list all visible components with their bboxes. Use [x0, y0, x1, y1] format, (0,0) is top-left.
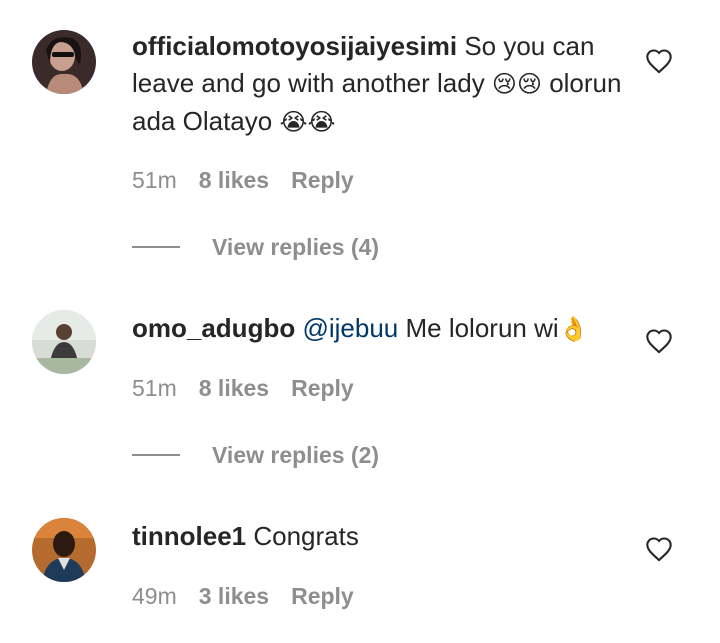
- mention-link[interactable]: @ijebuu: [302, 313, 398, 343]
- comment-username[interactable]: omo_adugbo: [132, 313, 295, 343]
- divider-line: [132, 246, 180, 248]
- comment-likes[interactable]: 8 likes: [199, 167, 269, 193]
- comment-text: Congrats: [246, 521, 359, 551]
- comment-meta: 51m 8 likes Reply: [132, 375, 376, 402]
- ok-hand-emoji: 👌: [558, 316, 589, 343]
- view-replies-button[interactable]: View replies (2): [132, 440, 379, 470]
- reply-button[interactable]: Reply: [291, 375, 354, 401]
- like-heart-icon[interactable]: [645, 48, 673, 74]
- comment-time: 51m: [132, 375, 177, 401]
- avatar-photo: [32, 310, 96, 374]
- crying-face-emoji: 😢😢: [491, 71, 542, 98]
- avatar[interactable]: [32, 30, 96, 94]
- comment-meta: 49m 3 likes Reply: [132, 583, 376, 610]
- comment-meta: 51m 8 likes Reply: [132, 167, 376, 194]
- loudly-crying-emoji: 😭😭: [279, 109, 336, 136]
- comment-time: 51m: [132, 167, 177, 193]
- reply-button[interactable]: Reply: [291, 583, 354, 609]
- comment-username[interactable]: officialomotoyosijaiyesimi: [132, 31, 457, 61]
- like-heart-icon[interactable]: [645, 328, 673, 354]
- avatar-photo: [32, 30, 96, 94]
- comment-time: 49m: [132, 583, 177, 609]
- avatar[interactable]: [32, 310, 96, 374]
- view-replies-button[interactable]: View replies (4): [132, 232, 379, 262]
- comment-username[interactable]: tinnolee1: [132, 521, 246, 551]
- view-replies-label: View replies (2): [212, 441, 380, 468]
- like-heart-icon[interactable]: [645, 536, 673, 562]
- divider-line: [132, 454, 180, 456]
- avatar-photo: [32, 518, 96, 582]
- comment-body: officialomotoyosijaiyesimi So you can le…: [132, 28, 632, 141]
- comment-likes[interactable]: 8 likes: [199, 375, 269, 401]
- comment-likes[interactable]: 3 likes: [199, 583, 269, 609]
- comment-body: omo_adugbo @ijebuu Me lolorun wi👌: [132, 310, 632, 348]
- comment-body: tinnolee1 Congrats: [132, 518, 632, 555]
- comment-text: Me lolorun wi: [398, 313, 559, 343]
- view-replies-label: View replies (4): [212, 233, 380, 260]
- reply-button[interactable]: Reply: [291, 167, 354, 193]
- avatar[interactable]: [32, 518, 96, 582]
